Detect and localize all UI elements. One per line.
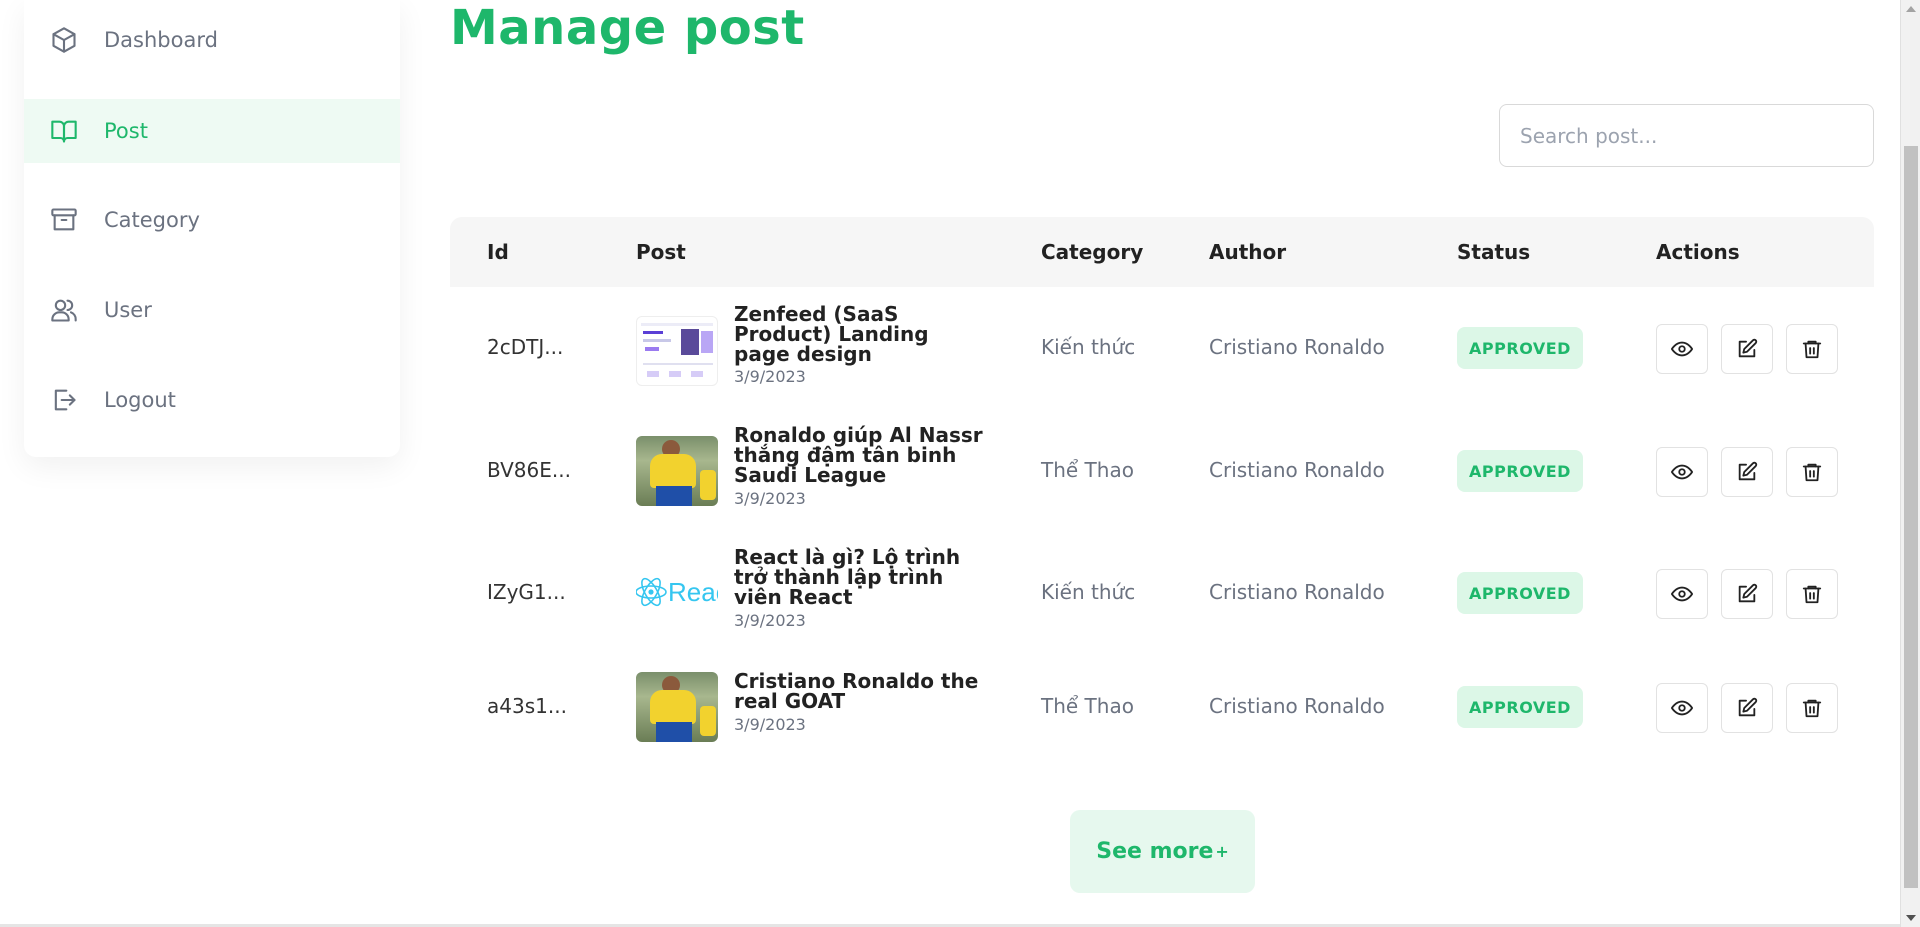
sidebar-item-label: Logout [104,388,176,412]
post-title[interactable]: Zenfeed (SaaS Product) Landing page desi… [734,304,984,364]
post-title[interactable]: React là gì? Lộ trình trở thành lập trìn… [734,547,984,607]
column-header-category: Category [1041,240,1144,264]
column-header-post: Post [636,240,686,264]
edit-icon [1738,461,1758,481]
sidebar-item-post[interactable]: Post [24,99,400,163]
view-button[interactable] [1656,324,1708,374]
delete-button[interactable] [1786,324,1838,374]
sidebar-item-label: Category [104,208,200,232]
search-input[interactable] [1499,104,1874,167]
column-header-author: Author [1209,240,1287,264]
column-header-status: Status [1457,240,1531,264]
post-id: IZyG1... [487,580,566,604]
table-header: Id Post Category Author Status Actions [450,217,1874,287]
post-thumbnail: Reac [636,557,718,627]
status-badge: APPROVED [1457,327,1583,369]
post-thumbnail [636,316,718,386]
view-button[interactable] [1656,447,1708,497]
eye-icon [1671,464,1693,480]
post-author: Cristiano Ronaldo [1209,694,1385,718]
plus-icon: + [1215,842,1229,861]
view-button[interactable] [1656,569,1708,619]
post-thumbnail [636,436,718,506]
post-date: 3/9/2023 [734,489,806,508]
status-badge: APPROVED [1457,686,1583,728]
post-id: BV86E... [487,458,571,482]
see-more-label: See more [1096,839,1214,864]
edit-button[interactable] [1721,683,1773,733]
delete-button[interactable] [1786,569,1838,619]
post-thumbnail [636,672,718,742]
post-id: a43s1... [487,694,567,718]
post-author: Cristiano Ronaldo [1209,335,1385,359]
sidebar: Dashboard Post Category User Logout [24,0,400,457]
edit-button[interactable] [1721,569,1773,619]
vertical-scrollbar[interactable] [1900,0,1920,927]
react-logo-icon [636,577,667,607]
delete-button[interactable] [1786,683,1838,733]
post-author: Cristiano Ronaldo [1209,580,1385,604]
status-badge: APPROVED [1457,450,1583,492]
post-category: Thể Thao [1041,694,1134,718]
scroll-up-arrow-icon[interactable] [1906,6,1916,12]
edit-button[interactable] [1721,324,1773,374]
column-header-actions: Actions [1656,240,1740,264]
react-logo-text: Reac [668,577,718,607]
edit-icon [1738,338,1758,358]
column-header-id: Id [487,240,509,264]
scroll-down-arrow-icon[interactable] [1906,915,1916,921]
post-author: Cristiano Ronaldo [1209,458,1385,482]
sidebar-item-logout[interactable]: Logout [24,368,400,432]
edit-button[interactable] [1721,447,1773,497]
edit-icon [1738,583,1758,603]
post-title[interactable]: Ronaldo giúp Al Nassr thắng đậm tân binh… [734,425,984,485]
post-date: 3/9/2023 [734,611,806,630]
edit-icon [1738,697,1758,717]
users-icon [50,296,78,324]
sidebar-item-label: Dashboard [104,28,218,52]
post-title[interactable]: Cristiano Ronaldo the real GOAT [734,671,984,711]
sidebar-item-dashboard[interactable]: Dashboard [24,8,400,72]
book-open-icon [50,117,78,145]
post-date: 3/9/2023 [734,715,806,734]
delete-button[interactable] [1786,447,1838,497]
logout-icon [50,386,78,414]
trash-icon [1802,340,1822,359]
view-button[interactable] [1656,683,1708,733]
box-icon [50,26,78,54]
status-badge: APPROVED [1457,572,1583,614]
sidebar-item-user[interactable]: User [24,278,400,342]
post-category: Kiến thức [1041,580,1136,604]
table-row: IZyG1... Reac React là gì? Lộ trình trở … [450,531,1874,653]
trash-icon [1802,585,1822,604]
trash-icon [1802,463,1822,482]
post-date: 3/9/2023 [734,367,806,386]
table-row: BV86E... Ronaldo giúp Al Nassr thắng đậm… [450,409,1874,531]
eye-icon [1671,586,1693,602]
post-category: Thể Thao [1041,458,1134,482]
see-more-button[interactable]: See more + [1070,810,1255,893]
table-row: a43s1... Cristiano Ronaldo the real GOAT… [450,653,1874,761]
table-row: 2cDTJ... Zenfeed (SaaS Product) Landing … [450,287,1874,409]
sidebar-item-label: Post [104,119,148,143]
trash-icon [1802,699,1822,718]
page-title: Manage post [450,0,805,56]
eye-icon [1671,700,1693,716]
eye-icon [1671,341,1693,357]
archive-icon [50,206,78,234]
post-category: Kiến thức [1041,335,1136,359]
sidebar-item-label: User [104,298,152,322]
posts-table: Id Post Category Author Status Actions 2… [450,217,1874,742]
scrollbar-thumb[interactable] [1904,146,1918,888]
post-id: 2cDTJ... [487,335,564,359]
sidebar-item-category[interactable]: Category [24,188,400,252]
